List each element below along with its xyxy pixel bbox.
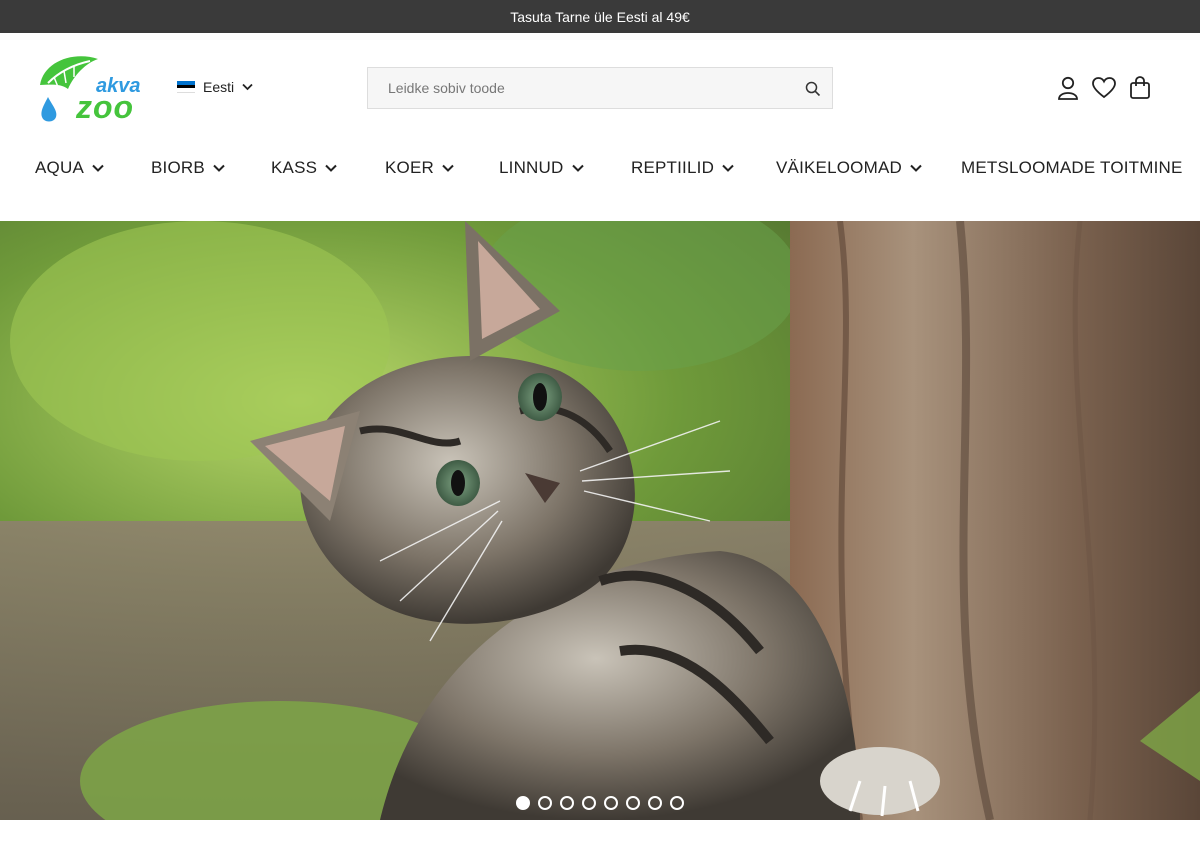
aqua-zoo-logo[interactable]: akva zoo — [34, 53, 150, 125]
search-input[interactable] — [368, 68, 832, 108]
wishlist-button[interactable] — [1092, 75, 1116, 101]
search-bar — [367, 67, 833, 109]
slider-dot[interactable] — [516, 796, 530, 810]
nav-item-label: KASS — [271, 158, 318, 177]
nav-item-label: METSLOOMADE TOITMINE — [961, 158, 1183, 177]
nav-item-metsloomade-toitmine[interactable]: METSLOOMADE TOITMINE — [961, 153, 1183, 183]
slider-dot[interactable] — [604, 796, 618, 810]
chevron-down-icon — [325, 164, 337, 172]
site-header: akva zoo Eesti Leidke sobiv toode AQUA B… — [0, 33, 1200, 221]
language-label: Eesti — [203, 79, 235, 95]
announcement-text: Tasuta Tarne üle Eesti al 49€ — [510, 8, 690, 25]
slider-dot[interactable] — [538, 796, 552, 810]
account-button[interactable] — [1056, 75, 1080, 101]
announcement-bar: Tasuta Tarne üle Eesti al 49€ — [0, 0, 1200, 33]
heart-icon — [1092, 77, 1116, 99]
nav-item-label: KOER — [385, 158, 434, 177]
chevron-down-icon — [442, 164, 454, 172]
chevron-down-icon — [571, 164, 584, 172]
chevron-down-icon — [722, 164, 734, 172]
nav-item-koer[interactable]: KOER — [385, 153, 454, 183]
slider-dot[interactable] — [648, 796, 662, 810]
logo-text-bottom: zoo — [76, 89, 135, 125]
nav-item-biorb[interactable]: BIORB — [151, 153, 225, 183]
chevron-down-icon — [910, 164, 922, 172]
nav-item-aqua[interactable]: AQUA — [35, 153, 104, 183]
hero-slider[interactable] — [0, 221, 1200, 820]
nav-item-reptiilid[interactable]: REPTIILID — [631, 153, 734, 183]
chevron-down-icon — [92, 164, 104, 172]
nav-item-label: LINNUD — [499, 158, 564, 177]
user-icon — [1058, 76, 1078, 100]
estonia-flag-icon — [177, 81, 195, 94]
shopping-bag-icon — [1130, 76, 1150, 99]
chevron-down-icon — [242, 83, 253, 91]
nav-item-label: VÄIKELOOMAD — [776, 158, 902, 177]
slider-dot[interactable] — [670, 796, 684, 810]
nav-item-linnud[interactable]: LINNUD — [499, 153, 584, 183]
nav-item-label: AQUA — [35, 158, 84, 177]
hero-kitten-image — [0, 221, 1200, 820]
nav-item-vaikeloomad[interactable]: VÄIKELOOMAD — [776, 153, 922, 183]
nav-item-label: REPTIILID — [631, 158, 715, 177]
header-actions — [1056, 75, 1152, 101]
search-icon — [805, 81, 821, 97]
slider-pagination — [516, 796, 684, 810]
slider-dot[interactable] — [560, 796, 574, 810]
language-selector[interactable]: Eesti — [177, 79, 253, 95]
slider-dot[interactable] — [626, 796, 640, 810]
nav-item-label: BIORB — [151, 158, 205, 177]
cart-button[interactable] — [1128, 75, 1152, 101]
nav-item-kass[interactable]: KASS — [271, 153, 337, 183]
chevron-down-icon — [213, 164, 225, 172]
slider-dot[interactable] — [582, 796, 596, 810]
search-button[interactable] — [802, 78, 824, 100]
main-navigation: AQUA BIORB KASS KOER LINNUD REPTIILID VÄ… — [35, 153, 1185, 183]
